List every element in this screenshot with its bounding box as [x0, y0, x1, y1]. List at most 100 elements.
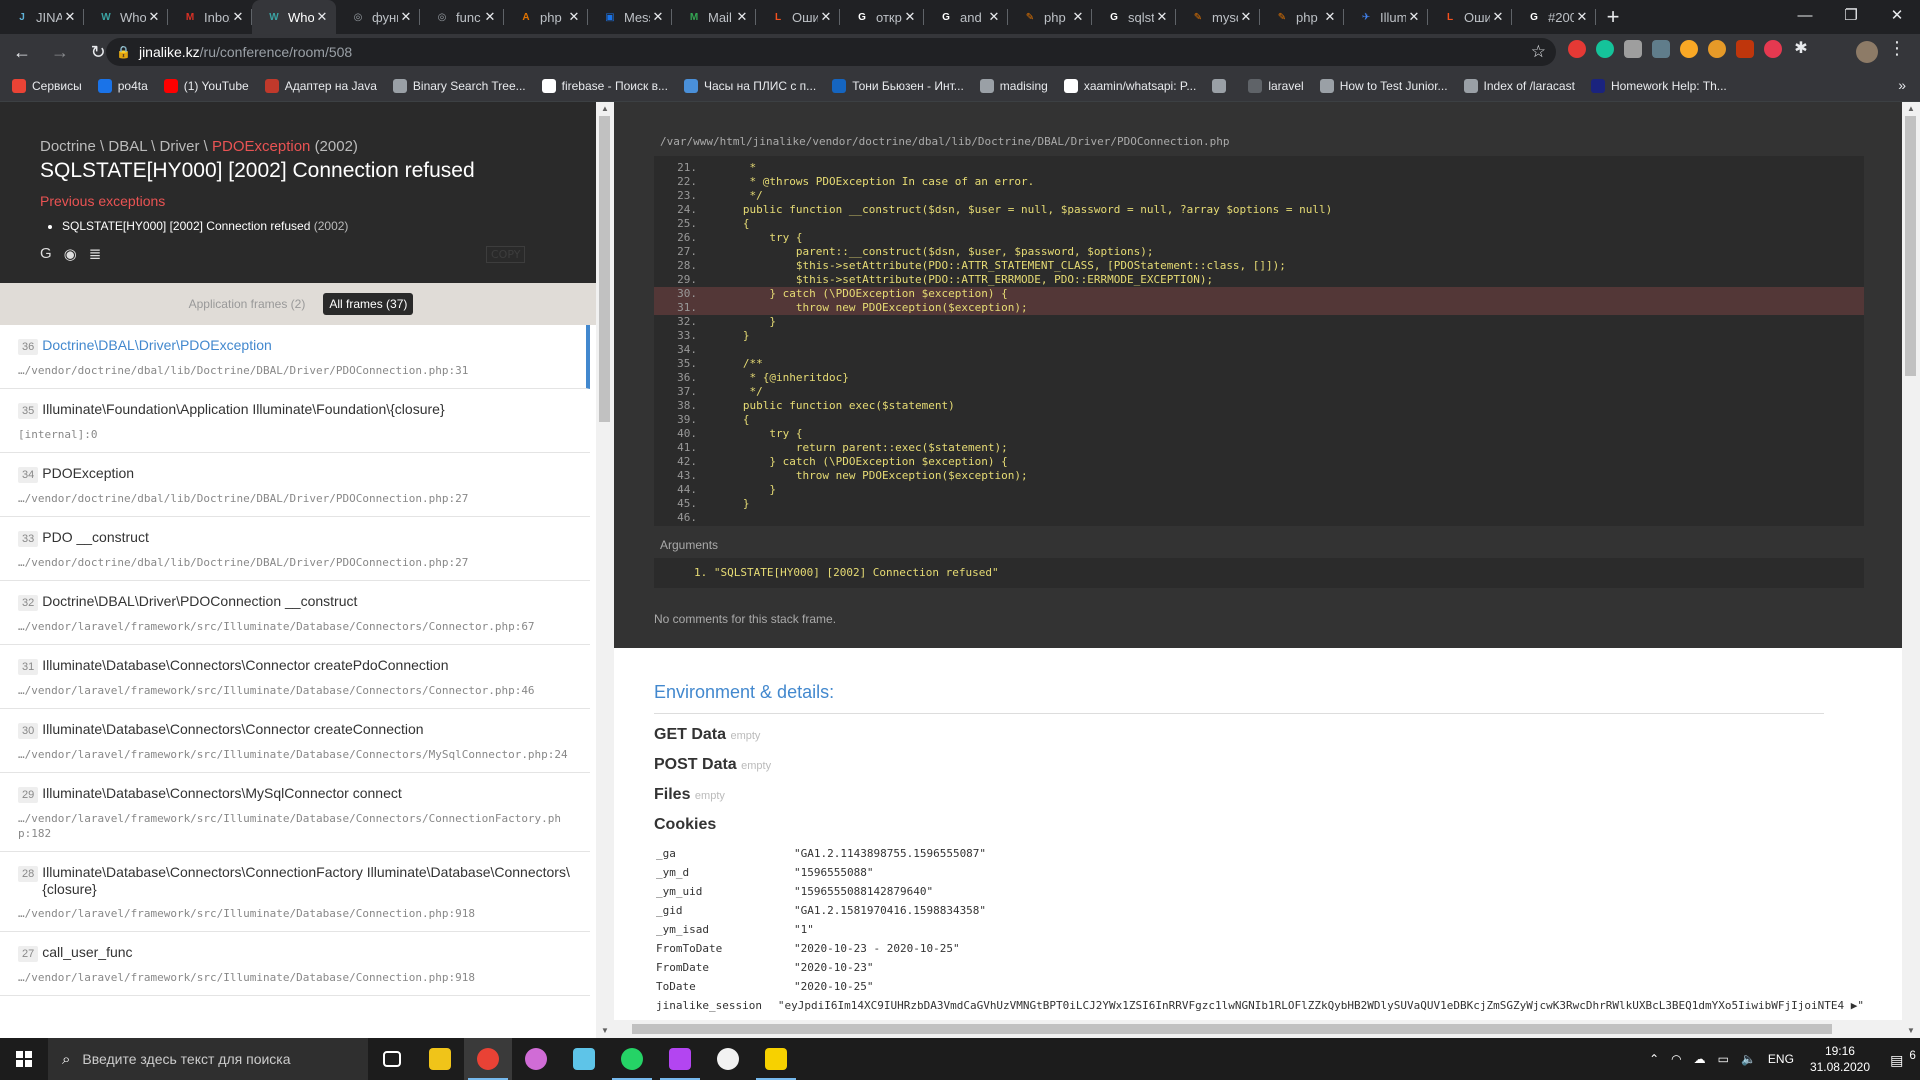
- task-view-taskbar-button[interactable]: [368, 1038, 416, 1080]
- close-icon[interactable]: ✕: [62, 9, 78, 25]
- bookmark-item[interactable]: Homework Help: Th...: [1590, 78, 1727, 93]
- browser-tab[interactable]: ✎ mysql✕: [1176, 0, 1260, 34]
- stackoverflow-icon[interactable]: ≣: [89, 245, 102, 263]
- tab-application-frames[interactable]: Application frames (2): [183, 293, 312, 315]
- extension-icon[interactable]: [1736, 40, 1754, 58]
- forward-button[interactable]: →: [44, 36, 76, 68]
- close-icon[interactable]: ✕: [1322, 9, 1338, 25]
- browser-tab[interactable]: ✈ Illum ✕: [1344, 0, 1428, 34]
- grammarly-icon[interactable]: [1596, 40, 1614, 58]
- stack-frame[interactable]: 29 Illuminate\Database\Connectors\MySqlCo…: [0, 773, 590, 852]
- browser-tab[interactable]: ✎ php ✕: [1008, 0, 1092, 34]
- network-icon[interactable]: ◠: [1671, 1052, 1681, 1066]
- stack-frame[interactable]: 36 Doctrine\DBAL\Driver\PDOException …/ven…: [0, 325, 590, 389]
- taskbar-search[interactable]: ⌕ Введите здесь текст для поиска: [48, 1038, 368, 1080]
- stack-frame[interactable]: 34 PDOException …/vendor/doctrine/dbal/lib…: [0, 453, 590, 517]
- google-icon[interactable]: G: [40, 245, 52, 263]
- cloud-icon[interactable]: ☁: [1694, 1052, 1706, 1066]
- whatsapp-taskbar-button[interactable]: [608, 1038, 656, 1080]
- close-icon[interactable]: ✕: [1154, 9, 1170, 25]
- stack-frame[interactable]: 35 Illuminate\Foundation\Application Illu…: [0, 389, 590, 453]
- close-icon[interactable]: ✕: [986, 9, 1002, 25]
- sticky-notes-taskbar-button[interactable]: [752, 1038, 800, 1080]
- scroll-down-icon[interactable]: ▼: [1902, 1024, 1920, 1038]
- notification-center-button[interactable]: ▤ 6: [1880, 1049, 1920, 1069]
- bookmark-star-icon[interactable]: ☆: [1531, 42, 1546, 62]
- browser-tab[interactable]: ◎ func ✕: [420, 0, 504, 34]
- minimize-button[interactable]: —: [1782, 0, 1828, 30]
- extension-icon[interactable]: [1624, 40, 1642, 58]
- bookmark-item[interactable]: po4ta: [97, 78, 148, 93]
- bookmark-item[interactable]: Адаптер на Java: [264, 78, 377, 93]
- close-window-button[interactable]: ✕: [1874, 0, 1920, 30]
- new-tab-button[interactable]: +: [1596, 0, 1630, 34]
- browser-tab[interactable]: M Mail ✕: [672, 0, 756, 34]
- stack-frame[interactable]: 33 PDO __construct …/vendor/doctrine/dbal/…: [0, 517, 590, 581]
- browser-tab[interactable]: ✎ php ✕: [1260, 0, 1344, 34]
- browser-tab[interactable]: Gsqlst ✕: [1092, 0, 1176, 34]
- media-app-taskbar-button[interactable]: [704, 1038, 752, 1080]
- scroll-up-icon[interactable]: ▲: [1902, 102, 1920, 116]
- bookmark-item[interactable]: Binary Search Tree...: [392, 78, 526, 93]
- volume-icon[interactable]: 🔈: [1741, 1052, 1756, 1066]
- address-bar[interactable]: 🔒 jinalike.kz/ru/conference/room/508 ☆: [106, 38, 1556, 66]
- puzzle-icon[interactable]: ✱: [1792, 40, 1810, 58]
- close-icon[interactable]: ✕: [1490, 9, 1506, 25]
- close-icon[interactable]: ✕: [1238, 9, 1254, 25]
- close-icon[interactable]: ✕: [1406, 9, 1422, 25]
- bookmark-item[interactable]: How to Test Junior...: [1319, 78, 1448, 93]
- browser-tab[interactable]: L Ошибка✕: [1428, 0, 1512, 34]
- browser-tab[interactable]: J JINA ✕: [0, 0, 84, 34]
- browser-tab[interactable]: W Who ✕: [84, 0, 168, 34]
- extension-icon[interactable]: [1764, 40, 1782, 58]
- bookmark-item[interactable]: madising: [979, 78, 1048, 93]
- bookmark-item[interactable]: (1) YouTube: [163, 78, 249, 93]
- close-icon[interactable]: ✕: [398, 9, 414, 25]
- browser-tab[interactable]: L Ошибка✕: [756, 0, 840, 34]
- extension-icon[interactable]: [1680, 40, 1698, 58]
- extension-icon[interactable]: [1652, 40, 1670, 58]
- close-icon[interactable]: ✕: [1574, 9, 1590, 25]
- close-icon[interactable]: ✕: [146, 9, 162, 25]
- browser-tab[interactable]: M Inbox✕: [168, 0, 252, 34]
- browser-tab[interactable]: Aphp ✕: [504, 0, 588, 34]
- language-indicator[interactable]: ENG: [1768, 1052, 1794, 1066]
- stack-frame[interactable]: 32 Doctrine\DBAL\Driver\PDOConnection __c…: [0, 581, 590, 645]
- close-icon[interactable]: ✕: [902, 9, 918, 25]
- bookmark-item[interactable]: [1212, 78, 1232, 93]
- bookmark-item[interactable]: xaamin/whatsapi: P...: [1063, 78, 1196, 93]
- phpstorm-taskbar-button[interactable]: [656, 1038, 704, 1080]
- brain-app-taskbar-button[interactable]: [512, 1038, 560, 1080]
- bookmark-item[interactable]: Index of /laracast: [1463, 78, 1575, 93]
- scrollbar-thumb[interactable]: [632, 1024, 1832, 1034]
- clock[interactable]: 19:16 31.08.2020: [1810, 1043, 1870, 1075]
- scroll-up-icon[interactable]: ▲: [596, 102, 614, 116]
- stack-frame[interactable]: 31 Illuminate\Database\Connectors\Connect…: [0, 645, 590, 709]
- close-icon[interactable]: ✕: [566, 9, 582, 25]
- bookmark-item[interactable]: Часы на ПЛИС с п...: [683, 78, 816, 93]
- chrome-taskbar-button[interactable]: [464, 1038, 512, 1080]
- extension-icon[interactable]: [1568, 40, 1586, 58]
- frame-file-path[interactable]: /var/www/html/jinalike/vendor/doctrine/d…: [660, 135, 1230, 148]
- copy-button[interactable]: COPY: [486, 246, 526, 263]
- bookmark-item[interactable]: Тони Бьюзен - Инт...: [832, 78, 964, 93]
- scrollbar-thumb[interactable]: [599, 116, 610, 422]
- bookmark-item[interactable]: Сервисы: [12, 78, 82, 93]
- file-explorer-taskbar-button[interactable]: [416, 1038, 464, 1080]
- close-icon[interactable]: ✕: [734, 9, 750, 25]
- stack-frame[interactable]: 28 Illuminate\Database\Connectors\Connect…: [0, 852, 590, 932]
- browser-tab[interactable]: W Who ✕: [252, 0, 336, 34]
- scroll-down-icon[interactable]: ▼: [596, 1024, 614, 1038]
- chevron-up-icon[interactable]: ⌃: [1649, 1052, 1659, 1066]
- start-button[interactable]: [0, 1038, 48, 1080]
- cookie-icon[interactable]: [1708, 40, 1726, 58]
- bookmark-item[interactable]: firebase - Поиск в...: [541, 78, 668, 93]
- close-icon[interactable]: ✕: [482, 9, 498, 25]
- chevron-right-icon[interactable]: »: [1898, 77, 1906, 93]
- notes-app-taskbar-button[interactable]: [560, 1038, 608, 1080]
- browser-tab[interactable]: ▣ Mess✕: [588, 0, 672, 34]
- frames-scrollbar[interactable]: ▲ ▼: [596, 102, 614, 1038]
- avatar[interactable]: [1856, 41, 1878, 63]
- battery-icon[interactable]: ▭: [1718, 1052, 1729, 1066]
- close-icon[interactable]: ✕: [1070, 9, 1086, 25]
